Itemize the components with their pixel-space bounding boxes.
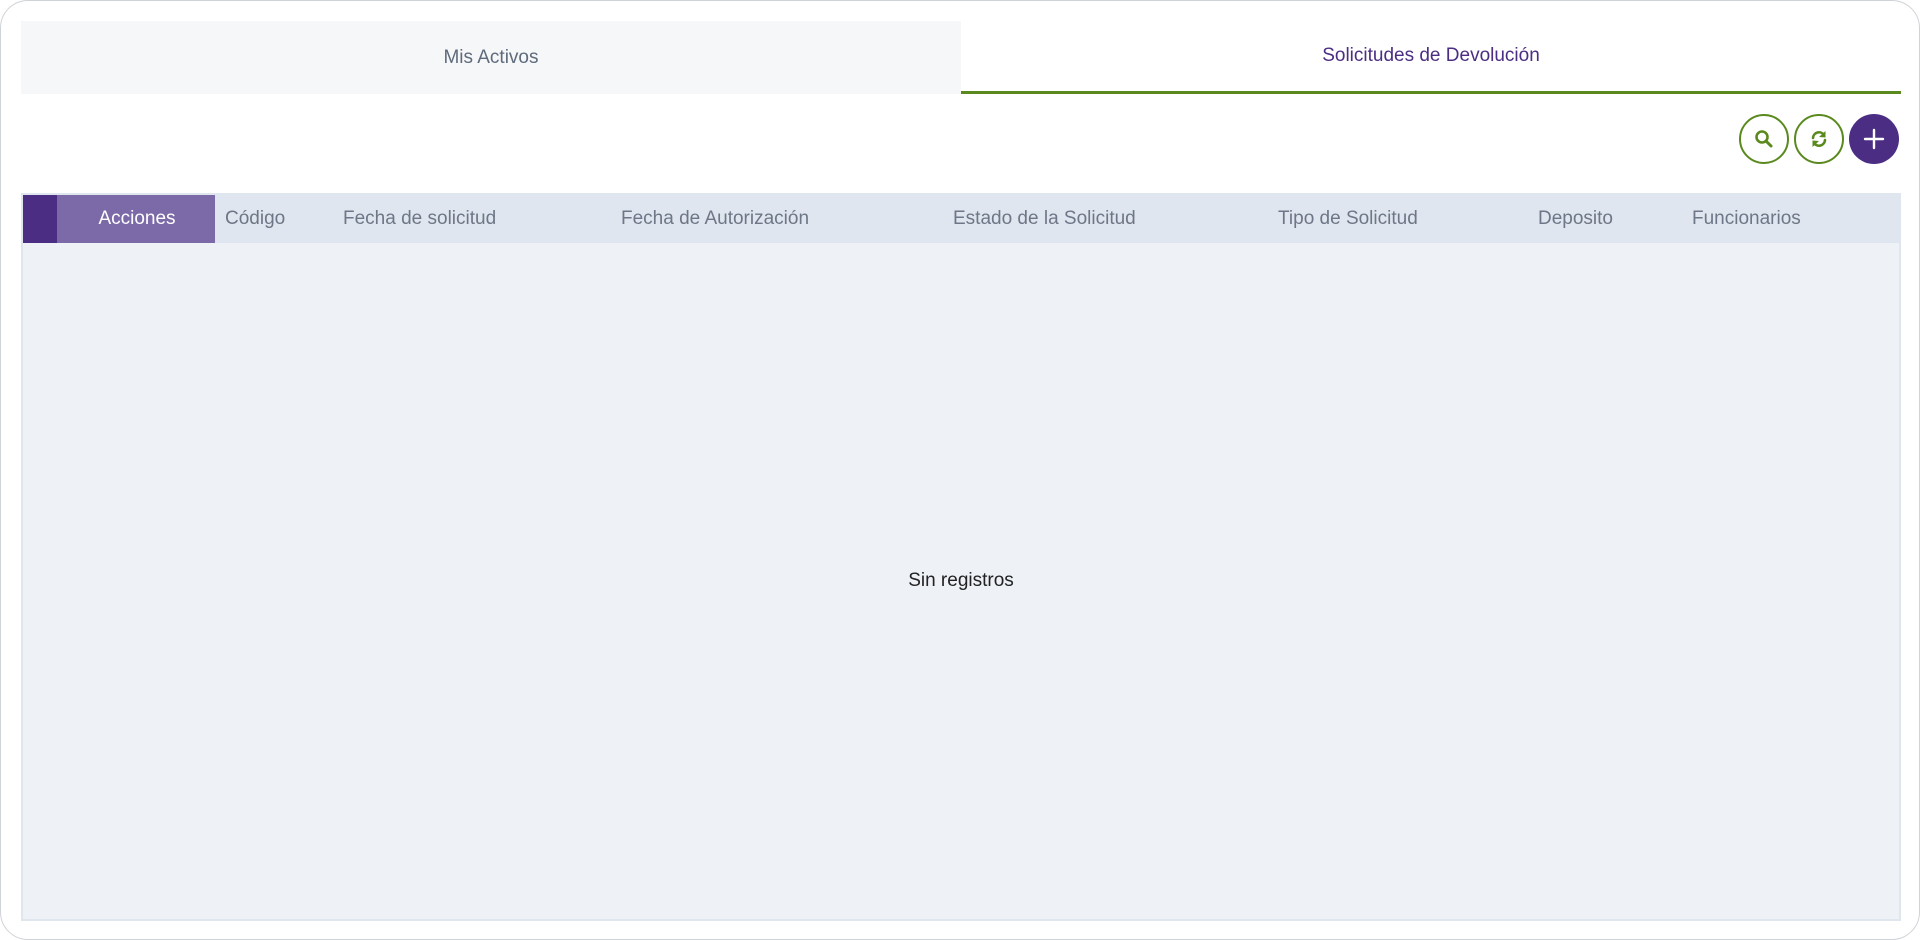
plus-icon: [1863, 128, 1885, 150]
table-header: Acciones Código Fecha de solicitud Fecha…: [23, 195, 1899, 243]
column-header-estado-solicitud[interactable]: Estado de la Solicitud: [953, 195, 1278, 243]
toolbar: [1739, 114, 1899, 164]
column-header-deposito[interactable]: Deposito: [1538, 195, 1692, 243]
tab-mis-activos[interactable]: Mis Activos: [21, 21, 961, 94]
search-icon: [1755, 130, 1773, 148]
app-frame: Mis Activos Solicitudes de Devolución Ac…: [0, 0, 1920, 940]
empty-state: Sin registros: [23, 243, 1899, 919]
tab-bar: Mis Activos Solicitudes de Devolución: [21, 21, 1901, 94]
requests-table: Acciones Código Fecha de solicitud Fecha…: [21, 193, 1901, 921]
column-header-codigo[interactable]: Código: [215, 195, 343, 243]
search-button[interactable]: [1739, 114, 1789, 164]
select-all-column[interactable]: [23, 195, 59, 243]
column-header-funcionarios[interactable]: Funcionarios: [1692, 195, 1899, 243]
add-button[interactable]: [1849, 114, 1899, 164]
column-header-tipo-solicitud[interactable]: Tipo de Solicitud: [1278, 195, 1538, 243]
column-header-fecha-autorizacion[interactable]: Fecha de Autorización: [621, 195, 953, 243]
column-header-fecha-solicitud[interactable]: Fecha de solicitud: [343, 195, 621, 243]
tab-solicitudes-devolucion[interactable]: Solicitudes de Devolución: [961, 21, 1901, 94]
refresh-button[interactable]: [1794, 114, 1844, 164]
refresh-icon: [1811, 131, 1827, 147]
column-header-acciones[interactable]: Acciones: [59, 195, 215, 243]
empty-message: Sin registros: [908, 570, 1014, 591]
